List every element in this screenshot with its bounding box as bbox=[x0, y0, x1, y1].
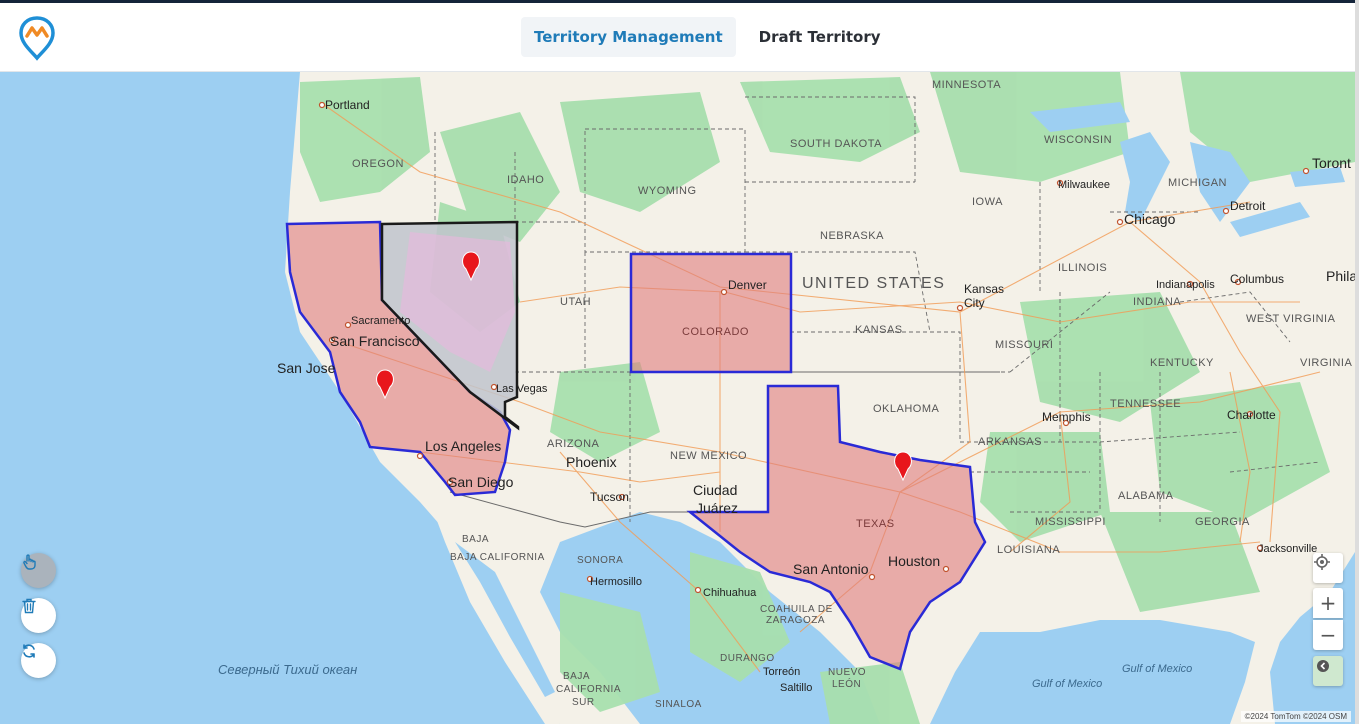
water-label-group: Северный Тихий океан Gulf of Mexico Gulf… bbox=[218, 662, 1192, 690]
label-saltillo: Saltillo bbox=[780, 682, 812, 694]
label-minnesota: MINNESOTA bbox=[932, 79, 1001, 91]
tab-draft-territory[interactable]: Draft Territory bbox=[746, 17, 894, 57]
label-indiana: INDIANA bbox=[1133, 296, 1181, 308]
label-kansas-city-1: Kansas bbox=[964, 282, 1004, 296]
label-baja-sur-3: SUR bbox=[572, 697, 595, 708]
label-memphis: Memphis bbox=[1042, 410, 1091, 424]
label-arizona: ARIZONA bbox=[547, 438, 600, 450]
label-ciudad-1: Ciudad bbox=[693, 482, 737, 498]
label-colorado: COLORADO bbox=[682, 326, 749, 338]
label-san-antonio: San Antonio bbox=[793, 561, 869, 577]
label-country: UNITED STATES bbox=[802, 275, 945, 292]
label-pacific: Северный Тихий океан bbox=[218, 662, 357, 677]
label-wisconsin: WISCONSIN bbox=[1044, 134, 1112, 146]
label-arkansas: ARKANSAS bbox=[978, 436, 1042, 448]
label-los-angeles: Los Angeles bbox=[425, 438, 501, 454]
label-san-diego: San Diego bbox=[448, 474, 514, 490]
label-nuevo-leon-1: NUEVO bbox=[828, 667, 866, 678]
label-kentucky: KENTUCKY bbox=[1150, 357, 1214, 369]
label-columbus: Columbus bbox=[1230, 272, 1284, 286]
label-gulf-1: Gulf of Mexico bbox=[1122, 663, 1192, 675]
refresh-icon bbox=[23, 644, 35, 658]
tab-territory-management[interactable]: Territory Management bbox=[521, 17, 736, 57]
label-idaho: IDAHO bbox=[507, 174, 544, 186]
label-kansas-city-2: City bbox=[964, 296, 985, 310]
label-georgia: GEORGIA bbox=[1195, 516, 1250, 528]
label-missouri: MISSOURI bbox=[995, 339, 1053, 351]
label-virginia: VIRGINIA bbox=[1300, 357, 1352, 369]
label-kansas: KANSAS bbox=[855, 324, 903, 336]
zoom-out-button[interactable]: − bbox=[1313, 620, 1343, 650]
delete-button[interactable] bbox=[21, 598, 56, 633]
label-south-dakota: SOUTH DAKOTA bbox=[790, 138, 882, 150]
label-las-vegas: Las Vegas bbox=[496, 383, 548, 395]
label-durango: DURANGO bbox=[720, 653, 775, 664]
label-detroit: Detroit bbox=[1230, 199, 1266, 213]
hand-pointer-icon bbox=[23, 554, 36, 570]
map-svg: Portland Sacramento San Francisco San Jo… bbox=[218, 72, 1355, 724]
label-oregon: OREGON bbox=[352, 158, 404, 170]
label-baja-sur-1: BAJA bbox=[563, 671, 590, 682]
app-header: Territory Management Draft Territory bbox=[0, 3, 1359, 72]
label-gulf-2: Gulf of Mexico bbox=[1032, 678, 1102, 690]
label-chihuahua: Chihuahua bbox=[703, 587, 757, 599]
chevron-left-icon bbox=[1317, 660, 1329, 672]
label-tennessee: TENNESSEE bbox=[1110, 398, 1181, 410]
label-coahuila-2: ZARAGOZA bbox=[766, 615, 825, 626]
label-baja-1: BAJA bbox=[462, 534, 489, 545]
map-canvas[interactable]: Portland Sacramento San Francisco San Jo… bbox=[0, 72, 1355, 724]
label-wyoming: WYOMING bbox=[638, 185, 697, 197]
label-jacksonville: Jacksonville bbox=[1258, 543, 1317, 555]
zoom-in-button[interactable]: + bbox=[1313, 588, 1343, 618]
label-phila: Phila bbox=[1326, 268, 1355, 284]
label-toronto: Toront bbox=[1312, 155, 1351, 171]
label-portland: Portland bbox=[325, 98, 370, 112]
label-texas: TEXAS bbox=[856, 518, 895, 530]
label-houston: Houston bbox=[888, 553, 940, 569]
label-utah: UTAH bbox=[560, 296, 591, 308]
draw-hand-button[interactable] bbox=[21, 553, 56, 588]
label-ciudad-2: Juárez bbox=[696, 500, 738, 516]
label-sinaloa: SINALOA bbox=[655, 699, 702, 710]
label-sacramento: Sacramento bbox=[351, 315, 410, 327]
crosshair-icon bbox=[1314, 554, 1330, 570]
label-alabama: ALABAMA bbox=[1118, 490, 1174, 502]
tab-bar: Territory Management Draft Territory bbox=[521, 17, 894, 57]
map-style-button[interactable] bbox=[1313, 656, 1343, 686]
label-mississippi: MISSISSIPPI bbox=[1035, 516, 1106, 528]
label-denver: Denver bbox=[728, 278, 767, 292]
label-louisiana: LOUISIANA bbox=[997, 544, 1060, 556]
label-nebraska: NEBRASKA bbox=[820, 230, 884, 242]
trash-icon bbox=[22, 598, 36, 614]
label-baja-sur-2: CALIFORNIA bbox=[556, 684, 621, 695]
label-west-virginia: WEST VIRGINIA bbox=[1246, 313, 1336, 325]
label-baja-california: BAJA CALIFORNIA bbox=[450, 552, 545, 563]
territory-colorado[interactable] bbox=[629, 252, 793, 374]
label-tucson: Tucson bbox=[590, 490, 629, 504]
label-san-francisco: San Francisco bbox=[330, 333, 420, 349]
page-right-edge bbox=[1355, 0, 1359, 724]
label-milwaukee: Milwaukee bbox=[1058, 179, 1110, 191]
label-phoenix: Phoenix bbox=[566, 454, 617, 470]
label-indianapolis: Indianapolis bbox=[1156, 279, 1215, 291]
label-charlotte: Charlotte bbox=[1227, 408, 1276, 422]
label-nuevo-leon-2: LEÓN bbox=[832, 677, 861, 690]
route-logo-icon[interactable] bbox=[18, 15, 56, 61]
refresh-button[interactable] bbox=[21, 643, 56, 678]
label-new-mexico: NEW MEXICO bbox=[670, 450, 747, 462]
label-chicago: Chicago bbox=[1124, 211, 1176, 227]
label-torreon: Torreón bbox=[763, 666, 800, 678]
label-oklahoma: OKLAHOMA bbox=[873, 403, 940, 415]
label-iowa: IOWA bbox=[972, 196, 1003, 208]
label-illinois: ILLINOIS bbox=[1058, 262, 1107, 274]
label-michigan: MICHIGAN bbox=[1168, 177, 1227, 189]
my-location-button[interactable] bbox=[1313, 553, 1343, 583]
map-attribution: ©2024 TomTom ©2024 OSM bbox=[1240, 711, 1351, 722]
label-hermosillo: Hermosillo bbox=[590, 576, 642, 588]
label-coahuila-1: COAHUILA DE bbox=[760, 604, 833, 615]
label-san-jose: San Jose bbox=[277, 360, 336, 376]
label-sonora: SONORA bbox=[577, 555, 623, 566]
